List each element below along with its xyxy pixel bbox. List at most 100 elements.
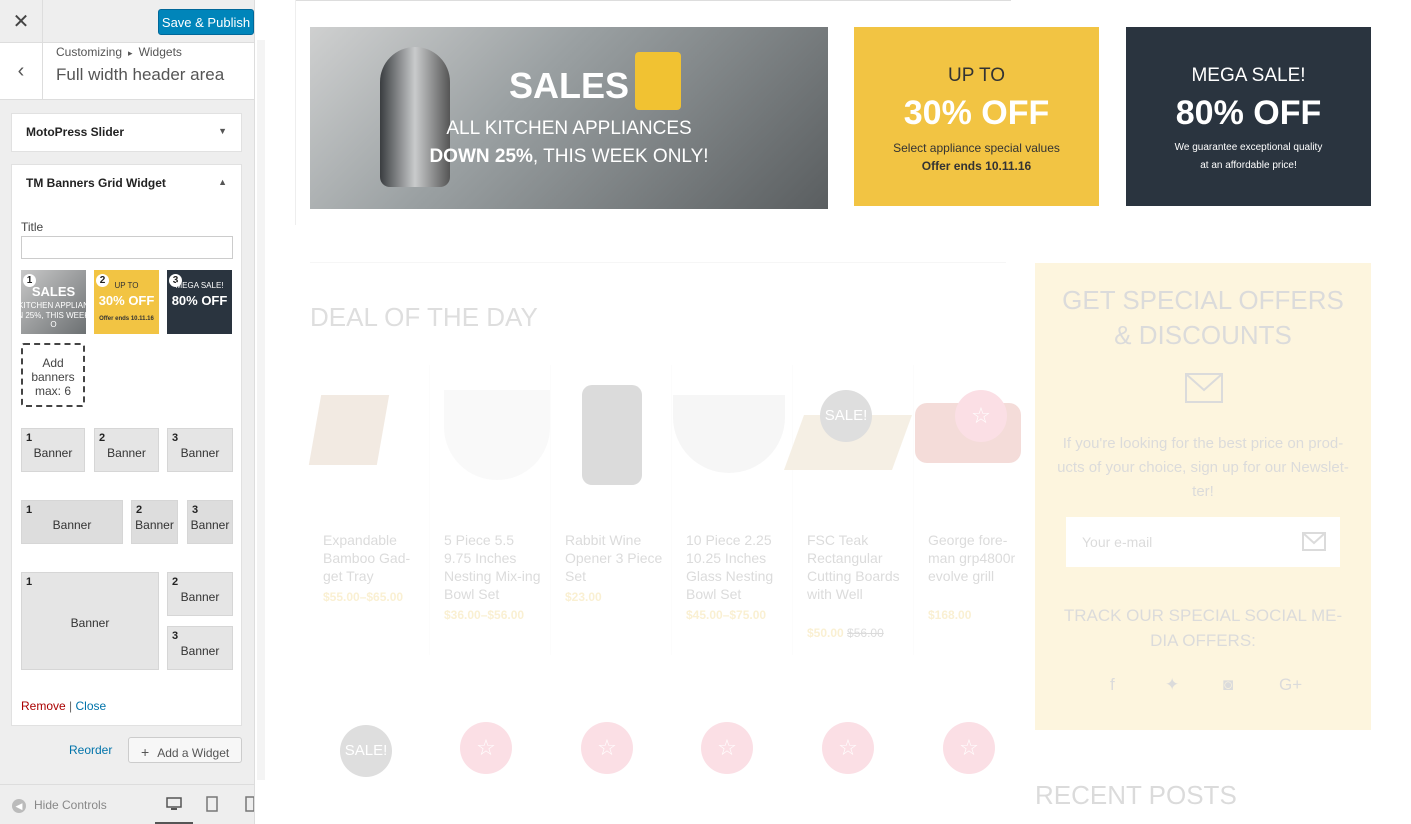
thumb-line3: Offer ends 10.11.16 [99, 316, 154, 322]
email-input[interactable]: Your e-mail [1066, 517, 1340, 567]
banner-30-off[interactable]: UP TO 30% OFF Select appliance special v… [854, 27, 1099, 206]
offers-text-1: If you're looking for the best price on … [1062, 435, 1344, 452]
twitter-icon[interactable]: ✦ [1165, 675, 1179, 695]
product-card[interactable]: ☆ George fore-man grp4800r evolve grill … [915, 365, 1035, 655]
banner-line3: We guarantee exceptional quality [1174, 142, 1323, 153]
thumb-line2: KITCHEN APPLIAN [21, 301, 86, 310]
widget-motopress-slider[interactable]: MotoPress Slider ▼ [11, 113, 242, 152]
cell-number: 1 [26, 504, 33, 516]
breadcrumb-parent: Customizing [56, 45, 123, 59]
add-label: max: 6 [34, 384, 71, 398]
close-icon[interactable]: ✕ [0, 0, 43, 43]
top-divider [295, 0, 1011, 1]
sidebar-scrollbar[interactable] [257, 40, 265, 780]
cell-label: Banner [107, 446, 146, 460]
cell-label: Banner [52, 518, 92, 532]
save-publish-button[interactable]: Save & Publish [158, 9, 254, 35]
widget-title: TM Banners Grid Widget [26, 176, 166, 190]
product-name: 5 Piece 5.5 9.75 Inches Nesting Mix-ing … [444, 532, 541, 602]
title-label: Title [21, 220, 44, 234]
add-banners-button[interactable]: Add banners max: 6 [21, 343, 85, 407]
social-title-1: TRACK OUR SPECIAL SOCIAL ME- [1063, 606, 1343, 625]
star-icon[interactable]: ☆ [701, 722, 753, 774]
product-card[interactable]: SALE! FSC Teak Rectangular Cutting Board… [783, 365, 914, 655]
add-label: Add [42, 356, 64, 370]
mobile-preview-icon[interactable] [242, 796, 255, 812]
desktop-preview-icon[interactable] [166, 796, 182, 812]
email-placeholder: Your e-mail [1082, 534, 1153, 550]
close-link[interactable]: Close [76, 699, 107, 713]
product-image [673, 395, 785, 473]
layout-3-cell-3[interactable]: 3 Banner [167, 626, 233, 670]
cell-number: 2 [99, 432, 106, 444]
product-card[interactable]: Rabbit Wine Opener 3 Piece Set $23.00 [552, 365, 672, 655]
star-icon[interactable]: ☆ [943, 722, 995, 774]
product-card[interactable]: 5 Piece 5.5 9.75 Inches Nesting Mix-ing … [431, 365, 551, 655]
banner-line4: Offer ends 10.11.16 [921, 159, 1032, 173]
old-price: $56.00 [847, 626, 884, 640]
banner-thumb-1[interactable]: 1 SALES KITCHEN APPLIAN N 25%, THIS WEEK… [21, 270, 86, 334]
tablet-preview-icon[interactable] [204, 796, 220, 812]
thumb-line2: 30% OFF [98, 293, 155, 308]
breadcrumb-child: Widgets [138, 45, 182, 59]
product-card[interactable]: 10 Piece 2.25 10.25 Inches Glass Nesting… [673, 365, 793, 655]
hide-controls-button[interactable]: ◀ Hide Controls [12, 798, 107, 813]
star-icon[interactable]: ☆ [822, 722, 874, 774]
facebook-icon[interactable]: f [1110, 675, 1115, 695]
cell-number: 3 [172, 630, 179, 642]
remove-link[interactable]: Remove [21, 699, 66, 713]
sale-badge: SALE! [820, 390, 872, 442]
banner-thumb-3[interactable]: 3 MEGA SALE! 80% OFF [167, 270, 232, 334]
recent-posts-title: RECENT POSTS [1035, 780, 1237, 810]
collapse-arrow-icon: ◀ [12, 798, 26, 813]
customizer-footer: ◀ Hide Controls [0, 784, 255, 824]
hide-controls-label: Hide Controls [34, 798, 107, 812]
reorder-link[interactable]: Reorder [69, 743, 112, 757]
layout-2-cell-1[interactable]: 1 Banner [21, 500, 123, 544]
title-input[interactable] [21, 236, 233, 259]
cell-label: Banner [135, 518, 174, 532]
add-widget-button[interactable]: + Add a Widget [128, 737, 242, 763]
layout-1-cell-1[interactable]: 1 Banner [21, 428, 85, 472]
banner-line1: ALL KITCHEN APPLIANCES [446, 118, 692, 139]
cell-label: Banner [180, 644, 220, 658]
instagram-icon[interactable]: ◙ [1223, 675, 1233, 695]
banner-thumb-2[interactable]: 2 UP TO 30% OFF Offer ends 10.11.16 [94, 270, 159, 334]
plus-icon: + [141, 744, 150, 760]
breadcrumb-separator: ▸ [128, 48, 133, 58]
product-name: FSC Teak Rectangular Cutting Boards with… [807, 532, 900, 602]
layout-2-cell-2[interactable]: 2 Banner [131, 500, 178, 544]
back-arrow-icon[interactable]: ‹ [0, 43, 43, 100]
banner-line4: at an affordable price! [1200, 160, 1297, 171]
product-price: $50.00 $56.00 [807, 626, 884, 640]
link-separator: | [69, 699, 73, 713]
layout-2-cell-3[interactable]: 3 Banner [187, 500, 233, 544]
banner-sales[interactable]: SALES ALL KITCHEN APPLIANCES DOWN 25%, T… [310, 27, 828, 209]
triangle-up-icon[interactable]: ▲ [218, 177, 227, 187]
banner-mega-sale[interactable]: MEGA SALE! 80% OFF We guarantee exceptio… [1126, 27, 1371, 206]
cell-label: Banner [70, 616, 110, 630]
google-plus-icon[interactable]: G+ [1279, 675, 1302, 695]
star-icon[interactable]: ☆ [460, 722, 512, 774]
widget-tm-banners-grid[interactable]: TM Banners Grid Widget ▲ [11, 164, 242, 203]
star-icon[interactable]: ☆ [955, 390, 1007, 442]
thumb-line3: N 25%, THIS WEEK O [21, 311, 86, 329]
banner-line2: 30% OFF [903, 94, 1050, 132]
layout-1-cell-2[interactable]: 2 Banner [94, 428, 159, 472]
layout-3-cell-2[interactable]: 2 Banner [167, 572, 233, 616]
product-name: George fore-man grp4800r evolve grill [928, 532, 1016, 584]
cell-number: 2 [172, 576, 179, 588]
star-icon[interactable]: ☆ [581, 722, 633, 774]
triangle-down-icon[interactable]: ▼ [218, 126, 227, 136]
product-card[interactable]: Expandable Bamboo Gad-get Tray $55.00–$6… [308, 365, 430, 655]
cell-label: Banner [180, 446, 220, 460]
thumb-line1: MEGA SALE! [175, 281, 224, 290]
layout-3-cell-1[interactable]: 1 Banner [21, 572, 159, 670]
thumb-line1: SALES [31, 284, 76, 299]
layout-1-cell-3[interactable]: 3 Banner [167, 428, 233, 472]
section-header: ‹ Customizing ▸ Widgets Full width header … [0, 43, 254, 100]
banner-title: SALES [508, 65, 630, 106]
send-envelope-icon[interactable] [1302, 532, 1326, 551]
product-name: Expandable Bamboo Gad-get Tray [323, 532, 411, 584]
product-name: 10 Piece 2.25 10.25 Inches Glass Nesting… [686, 532, 774, 602]
